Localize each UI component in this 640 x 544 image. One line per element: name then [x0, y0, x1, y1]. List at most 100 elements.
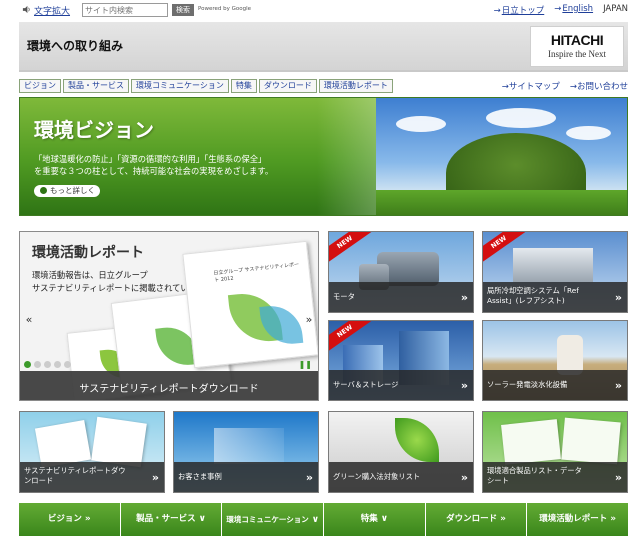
chevron-down-icon: ∨	[311, 515, 320, 525]
header-divider	[19, 70, 628, 72]
hero-line-2: を重要な３つの柱として、持続可能な社会の実現をめざします。	[34, 166, 274, 176]
report-title: 環境活動レポート	[32, 245, 144, 261]
tab-vision[interactable]: ビジョン	[19, 79, 61, 93]
tile-label: サーバ＆ストレージ	[333, 380, 399, 389]
tile-eco-product-list[interactable]: 環境適合製品リスト・データ シート »	[482, 411, 628, 493]
document-sheet-graphic	[501, 419, 561, 465]
speaker-icon[interactable]	[22, 5, 31, 14]
tile-caption: モータ »	[329, 282, 473, 312]
cloud-shape	[566, 126, 611, 140]
tile-label: お客さま事例	[178, 472, 222, 481]
tab-products[interactable]: 製品・サービス	[63, 79, 129, 93]
tile-sustainability-download[interactable]: サステナビリティレポートダウ ンロード »	[19, 411, 165, 493]
region-label: JAPAN	[603, 4, 628, 14]
cloud-shape	[486, 108, 556, 128]
tile-server-storage[interactable]: NEW サーバ＆ストレージ »	[328, 320, 474, 401]
tile-customer-cases[interactable]: お客さま事例 »	[173, 411, 319, 493]
carousel-dots	[24, 361, 71, 368]
chevron-right-icon: »	[151, 471, 159, 484]
arrow-circle-icon	[40, 187, 47, 194]
chevron-right-icon: »	[460, 379, 468, 392]
tile-label: 環境適合製品リスト・データ シート	[487, 466, 582, 485]
city-graphic	[214, 428, 284, 464]
arrow-icon: →	[569, 82, 577, 92]
chevron-down-icon: ∨	[198, 514, 206, 524]
carousel-prev-button[interactable]: «	[23, 312, 35, 328]
tile-refassist[interactable]: NEW 局所冷却空調システム「Ref Assist」(レフアシスト) »	[482, 231, 628, 313]
tile-caption: サステナビリティレポートダウ ンロード »	[20, 462, 164, 492]
tile-green-purchasing[interactable]: グリーン購入法対象リスト »	[328, 411, 474, 493]
site-search-input[interactable]	[82, 3, 168, 17]
bottom-nav-report[interactable]: 環境活動レポート»	[527, 503, 629, 536]
cloud-shape	[396, 116, 446, 132]
page-title: 環境への取り組み	[27, 39, 124, 53]
tile-motor[interactable]: NEW モータ »	[328, 231, 474, 313]
chevron-down-icon: ∨	[380, 514, 389, 524]
more-details-label: もっと詳しく	[50, 186, 95, 195]
sitemap-link[interactable]: サイトマップ	[509, 82, 560, 92]
tile-solar-desalination[interactable]: ソーラー発電淡水化設備 »	[482, 320, 628, 401]
server-rack-graphic	[513, 248, 593, 282]
powered-by-google: Powered by Google	[198, 6, 252, 12]
tile-caption: サーバ＆ストレージ »	[329, 370, 473, 400]
more-details-button[interactable]: もっと詳しく	[34, 185, 100, 197]
chevron-right-icon: »	[610, 514, 617, 524]
report-download-label: サステナビリティレポートダウンロード	[79, 384, 259, 395]
oryx-graphic	[557, 335, 583, 375]
bottom-nav-communication[interactable]: 環境コミュニケーション ∨	[222, 503, 324, 536]
tile-caption: 環境適合製品リスト・データ シート »	[483, 462, 627, 492]
report-book-cover	[91, 416, 147, 468]
utility-bar: 文字拡大 検索 Powered by Google →日立トップ →Englis…	[0, 0, 640, 20]
bottom-nav-features[interactable]: 特集 ∨	[324, 503, 425, 536]
pause-icon[interactable]: ❚❚	[299, 360, 312, 369]
chevron-right-icon: »	[305, 471, 313, 484]
tile-label: ソーラー発電淡水化設備	[487, 380, 568, 389]
report-carousel[interactable]: 環境活動レポート 環境活動報告は、日立グループ サステナビリティレポートに掲載さ…	[19, 231, 319, 401]
carousel-dot[interactable]	[64, 361, 71, 368]
report-book-cover: 日立グループ サステナビリティレポート 2012	[182, 240, 318, 369]
hitachi-logo[interactable]: HITACHI Inspire the Next	[530, 26, 624, 67]
chevron-right-icon: »	[84, 514, 91, 524]
tile-label: サステナビリティレポートダウ ンロード	[24, 466, 126, 485]
tile-label: グリーン購入法対象リスト	[333, 472, 421, 481]
hero-photo-hill	[376, 98, 627, 215]
report-book-cover	[34, 419, 92, 469]
arrow-icon: →	[493, 6, 501, 16]
arrow-icon: →	[501, 82, 509, 92]
utility-nav: →サイトマップ →お問い合わせ	[502, 80, 628, 92]
page-header: 環境への取り組み HITACHI Inspire the Next	[19, 22, 628, 72]
bottom-nav-download[interactable]: ダウンロード»	[425, 503, 527, 536]
main-nav: ビジョン 製品・サービス 環境コミュニケーション 特集 ダウンロード 環境活動レ…	[19, 79, 393, 93]
tab-features[interactable]: 特集	[230, 79, 257, 93]
logo-tagline: Inspire the Next	[548, 49, 606, 59]
arrow-icon: →	[554, 4, 562, 14]
bottom-nav-products[interactable]: 製品・サービス ∨	[120, 503, 222, 536]
new-badge: NEW	[329, 232, 372, 264]
hero-title: 環境ビジョン	[34, 118, 154, 142]
tile-label: モータ	[333, 292, 355, 301]
carousel-dot[interactable]	[54, 361, 61, 368]
hero-description: 「地球温暖化の防止」「資源の循環的な利用」「生態系の保全」 を重要な３つの柱とし…	[34, 153, 273, 177]
tab-report[interactable]: 環境活動レポート	[318, 79, 393, 93]
logo-wordmark: HITACHI	[550, 32, 604, 48]
report-download-bar[interactable]: サステナビリティレポートダウンロード	[20, 371, 318, 400]
carousel-dot[interactable]	[34, 361, 41, 368]
hero-banner[interactable]: 環境ビジョン 「地球温暖化の防止」「資源の循環的な利用」「生態系の保全」 を重要…	[19, 97, 628, 216]
carousel-next-button[interactable]: »	[303, 312, 315, 328]
hitachi-top-link[interactable]: 日立トップ	[502, 6, 545, 16]
chevron-right-icon: »	[614, 379, 622, 392]
search-button[interactable]: 検索	[172, 4, 194, 16]
tab-download[interactable]: ダウンロード	[258, 79, 317, 93]
font-size-link[interactable]: 文字拡大	[34, 4, 70, 17]
contact-link[interactable]: お問い合わせ	[577, 82, 628, 92]
english-link[interactable]: English	[562, 4, 593, 14]
tile-caption: お客さま事例 »	[174, 462, 318, 492]
leaf-graphic	[395, 418, 439, 462]
carousel-dot[interactable]	[44, 361, 51, 368]
document-sheet-graphic	[561, 417, 621, 465]
bottom-nav: ビジョン» 製品・サービス ∨ 環境コミュニケーション ∨ 特集 ∨ ダウンロード» …	[19, 503, 629, 536]
bottom-nav-vision[interactable]: ビジョン»	[19, 503, 120, 536]
tab-communication[interactable]: 環境コミュニケーション	[131, 79, 229, 93]
chevron-right-icon: »	[460, 291, 468, 304]
carousel-dot[interactable]	[24, 361, 31, 368]
